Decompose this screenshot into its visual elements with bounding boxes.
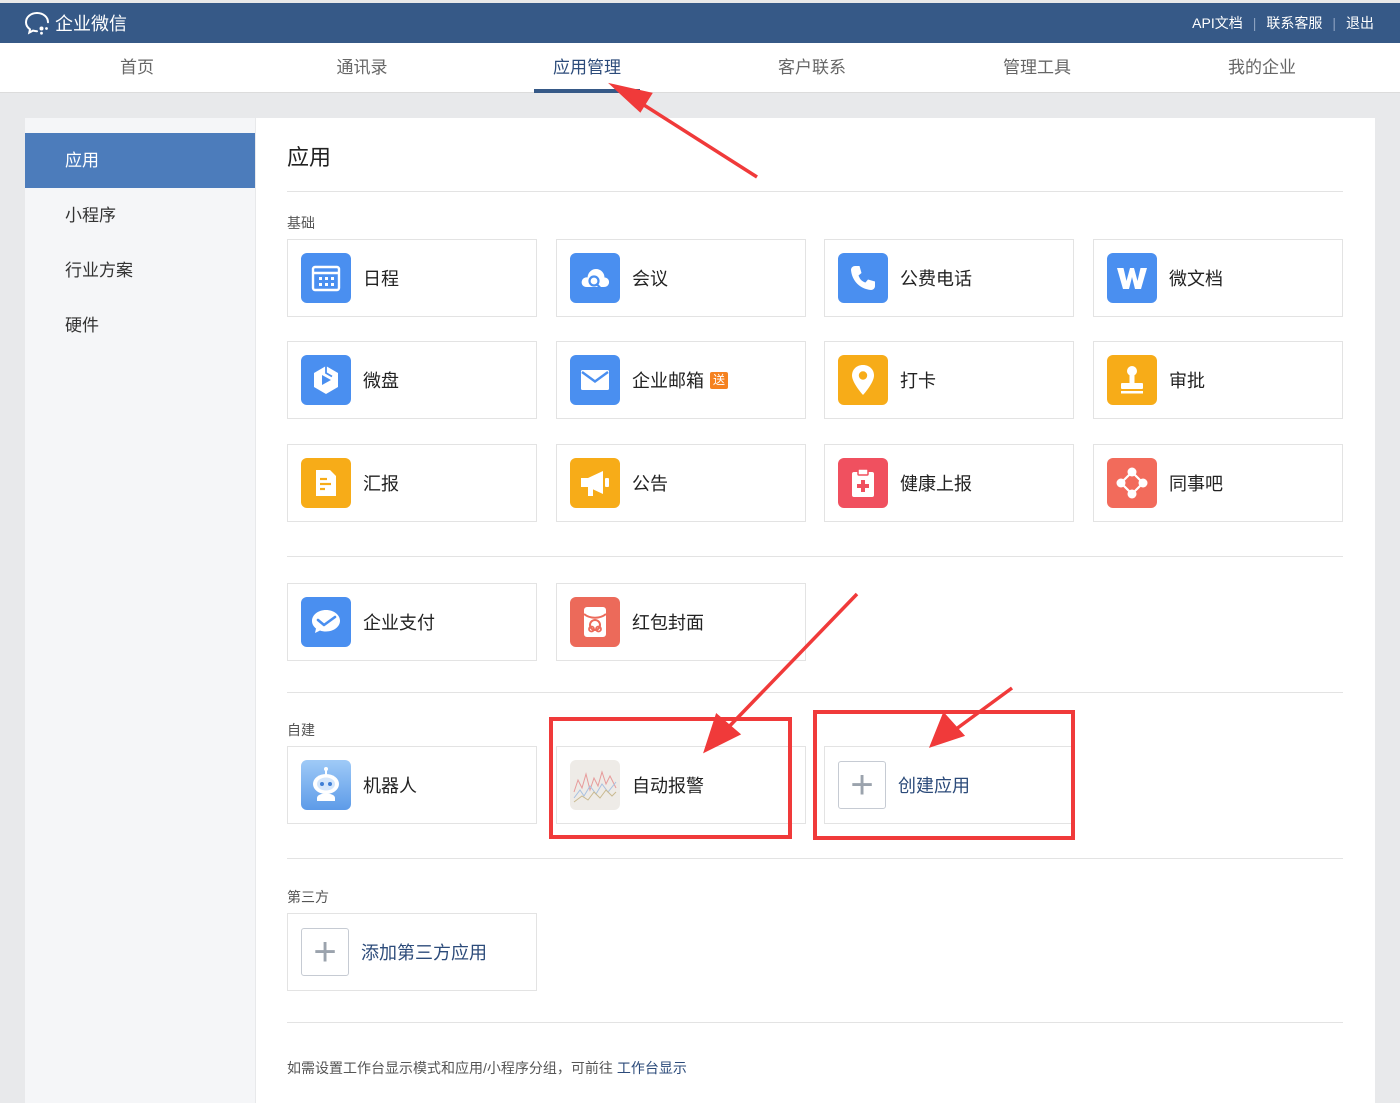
app-card-robot[interactable]: 机器人	[287, 746, 537, 824]
location-pin-icon	[838, 355, 888, 405]
plus-icon: +	[301, 928, 349, 976]
divider	[287, 191, 1343, 192]
app-card-checkin[interactable]: 打卡	[824, 341, 1074, 419]
app-label: 打卡	[900, 371, 936, 391]
app-card-approval[interactable]: 审批	[1093, 341, 1343, 419]
section-label-custom: 自建	[287, 722, 315, 738]
app-card-doc[interactable]: 微文档	[1093, 239, 1343, 317]
create-app-button[interactable]: + 创建应用	[824, 746, 1074, 824]
top-bar: 企业微信 API文档 | 联系客服 | 退出	[0, 0, 1400, 43]
contact-support-link[interactable]: 联系客服	[1266, 13, 1322, 33]
logout-link[interactable]: 退出	[1346, 13, 1374, 33]
payment-icon	[301, 597, 351, 647]
app-card-meeting[interactable]: 会议	[556, 239, 806, 317]
app-label-text: 企业邮箱	[632, 371, 704, 391]
app-label: 微文档	[1169, 269, 1223, 289]
footnote-text: 如需设置工作台显示模式和应用/小程序分组，可前往	[287, 1060, 613, 1076]
app-card-phone[interactable]: 公费电话	[824, 239, 1074, 317]
phone-icon	[838, 253, 888, 303]
network-icon	[1107, 458, 1157, 508]
app-card-report[interactable]: 汇报	[287, 444, 537, 522]
divider: |	[1252, 15, 1257, 31]
add-third-party-app-button[interactable]: + 添加第三方应用	[287, 913, 537, 991]
robot-icon	[301, 760, 351, 810]
app-label: 企业邮箱送	[632, 367, 729, 393]
brand-name: 企业微信	[55, 14, 127, 34]
divider	[287, 692, 1343, 693]
app-label: 微盘	[363, 371, 399, 391]
divider	[287, 556, 1343, 557]
app-label: 企业支付	[363, 613, 435, 633]
app-card-schedule[interactable]: 日程	[287, 239, 537, 317]
footnote: 如需设置工作台显示模式和应用/小程序分组，可前往 工作台显示	[287, 1058, 687, 1078]
app-label: 汇报	[363, 474, 399, 494]
api-docs-link[interactable]: API文档	[1192, 13, 1243, 33]
app-label: 公费电话	[900, 269, 972, 289]
app-label: 红包封面	[632, 613, 704, 633]
section-label-basic: 基础	[287, 215, 315, 231]
workbench-display-link[interactable]: 工作台显示	[617, 1060, 687, 1076]
app-label: 机器人	[363, 776, 417, 796]
app-card-colleague[interactable]: 同事吧	[1093, 444, 1343, 522]
app-label: 会议	[632, 269, 668, 289]
medical-clipboard-icon	[838, 458, 888, 508]
brand[interactable]: 企业微信	[24, 10, 127, 36]
tab-management-tools[interactable]: 管理工具	[984, 43, 1090, 93]
app-card-health[interactable]: 健康上报	[824, 444, 1074, 522]
divider	[287, 858, 1343, 859]
page-title: 应用	[287, 145, 332, 170]
app-label: 公告	[632, 474, 668, 494]
app-label: 审批	[1169, 371, 1205, 391]
sidebar-item-industry[interactable]: 行业方案	[25, 243, 255, 298]
app-label: 日程	[363, 269, 399, 289]
divider: |	[1332, 15, 1336, 31]
app-label: 自动报警	[632, 776, 704, 796]
mail-icon	[570, 355, 620, 405]
sidebar-item-apps[interactable]: 应用	[25, 133, 255, 188]
tab-customer-contact[interactable]: 客户联系	[759, 43, 865, 93]
app-card-mail[interactable]: 企业邮箱送	[556, 341, 806, 419]
drive-icon	[301, 355, 351, 405]
tab-app-management[interactable]: 应用管理	[534, 43, 640, 93]
app-card-auto-alarm[interactable]: 自动报警	[556, 746, 806, 824]
megaphone-icon	[570, 458, 620, 508]
red-packet-icon	[570, 597, 620, 647]
main-nav: 首页 通讯录 应用管理 客户联系 管理工具 我的企业	[0, 43, 1400, 93]
tab-home[interactable]: 首页	[101, 43, 173, 93]
report-doc-icon	[301, 458, 351, 508]
sidebar: 应用 小程序 行业方案 硬件	[25, 118, 255, 1103]
calendar-icon	[301, 253, 351, 303]
main-content: 应用 基础 日程 会议 公费电话 微文档 微盘 企业邮箱 送 打卡 审批 汇报 …	[256, 118, 1375, 1103]
cloud-meeting-icon	[570, 253, 620, 303]
add-third-party-label: 添加第三方应用	[361, 943, 487, 963]
app-label: 健康上报	[900, 474, 972, 494]
chart-thumbnail-icon	[570, 760, 620, 810]
app-card-pay[interactable]: 企业支付	[287, 583, 537, 661]
section-label-third-party: 第三方	[287, 889, 329, 905]
top-links: API文档 | 联系客服 | 退出	[1192, 13, 1374, 33]
gift-badge: 送	[710, 372, 729, 389]
app-card-drive[interactable]: 微盘	[287, 341, 537, 419]
app-label: 同事吧	[1169, 474, 1223, 494]
sidebar-item-miniprogram[interactable]: 小程序	[25, 188, 255, 243]
sidebar-item-hardware[interactable]: 硬件	[25, 298, 255, 353]
app-card-red-packet[interactable]: 红包封面	[556, 583, 806, 661]
wecom-logo-icon	[24, 12, 49, 35]
w-doc-icon	[1107, 253, 1157, 303]
tab-my-company[interactable]: 我的企业	[1209, 43, 1315, 93]
app-card-notice[interactable]: 公告	[556, 444, 806, 522]
divider	[287, 1022, 1343, 1023]
plus-icon: +	[838, 761, 886, 809]
tab-contacts[interactable]: 通讯录	[318, 43, 407, 93]
stamp-icon	[1107, 355, 1157, 405]
create-app-label: 创建应用	[898, 776, 970, 796]
